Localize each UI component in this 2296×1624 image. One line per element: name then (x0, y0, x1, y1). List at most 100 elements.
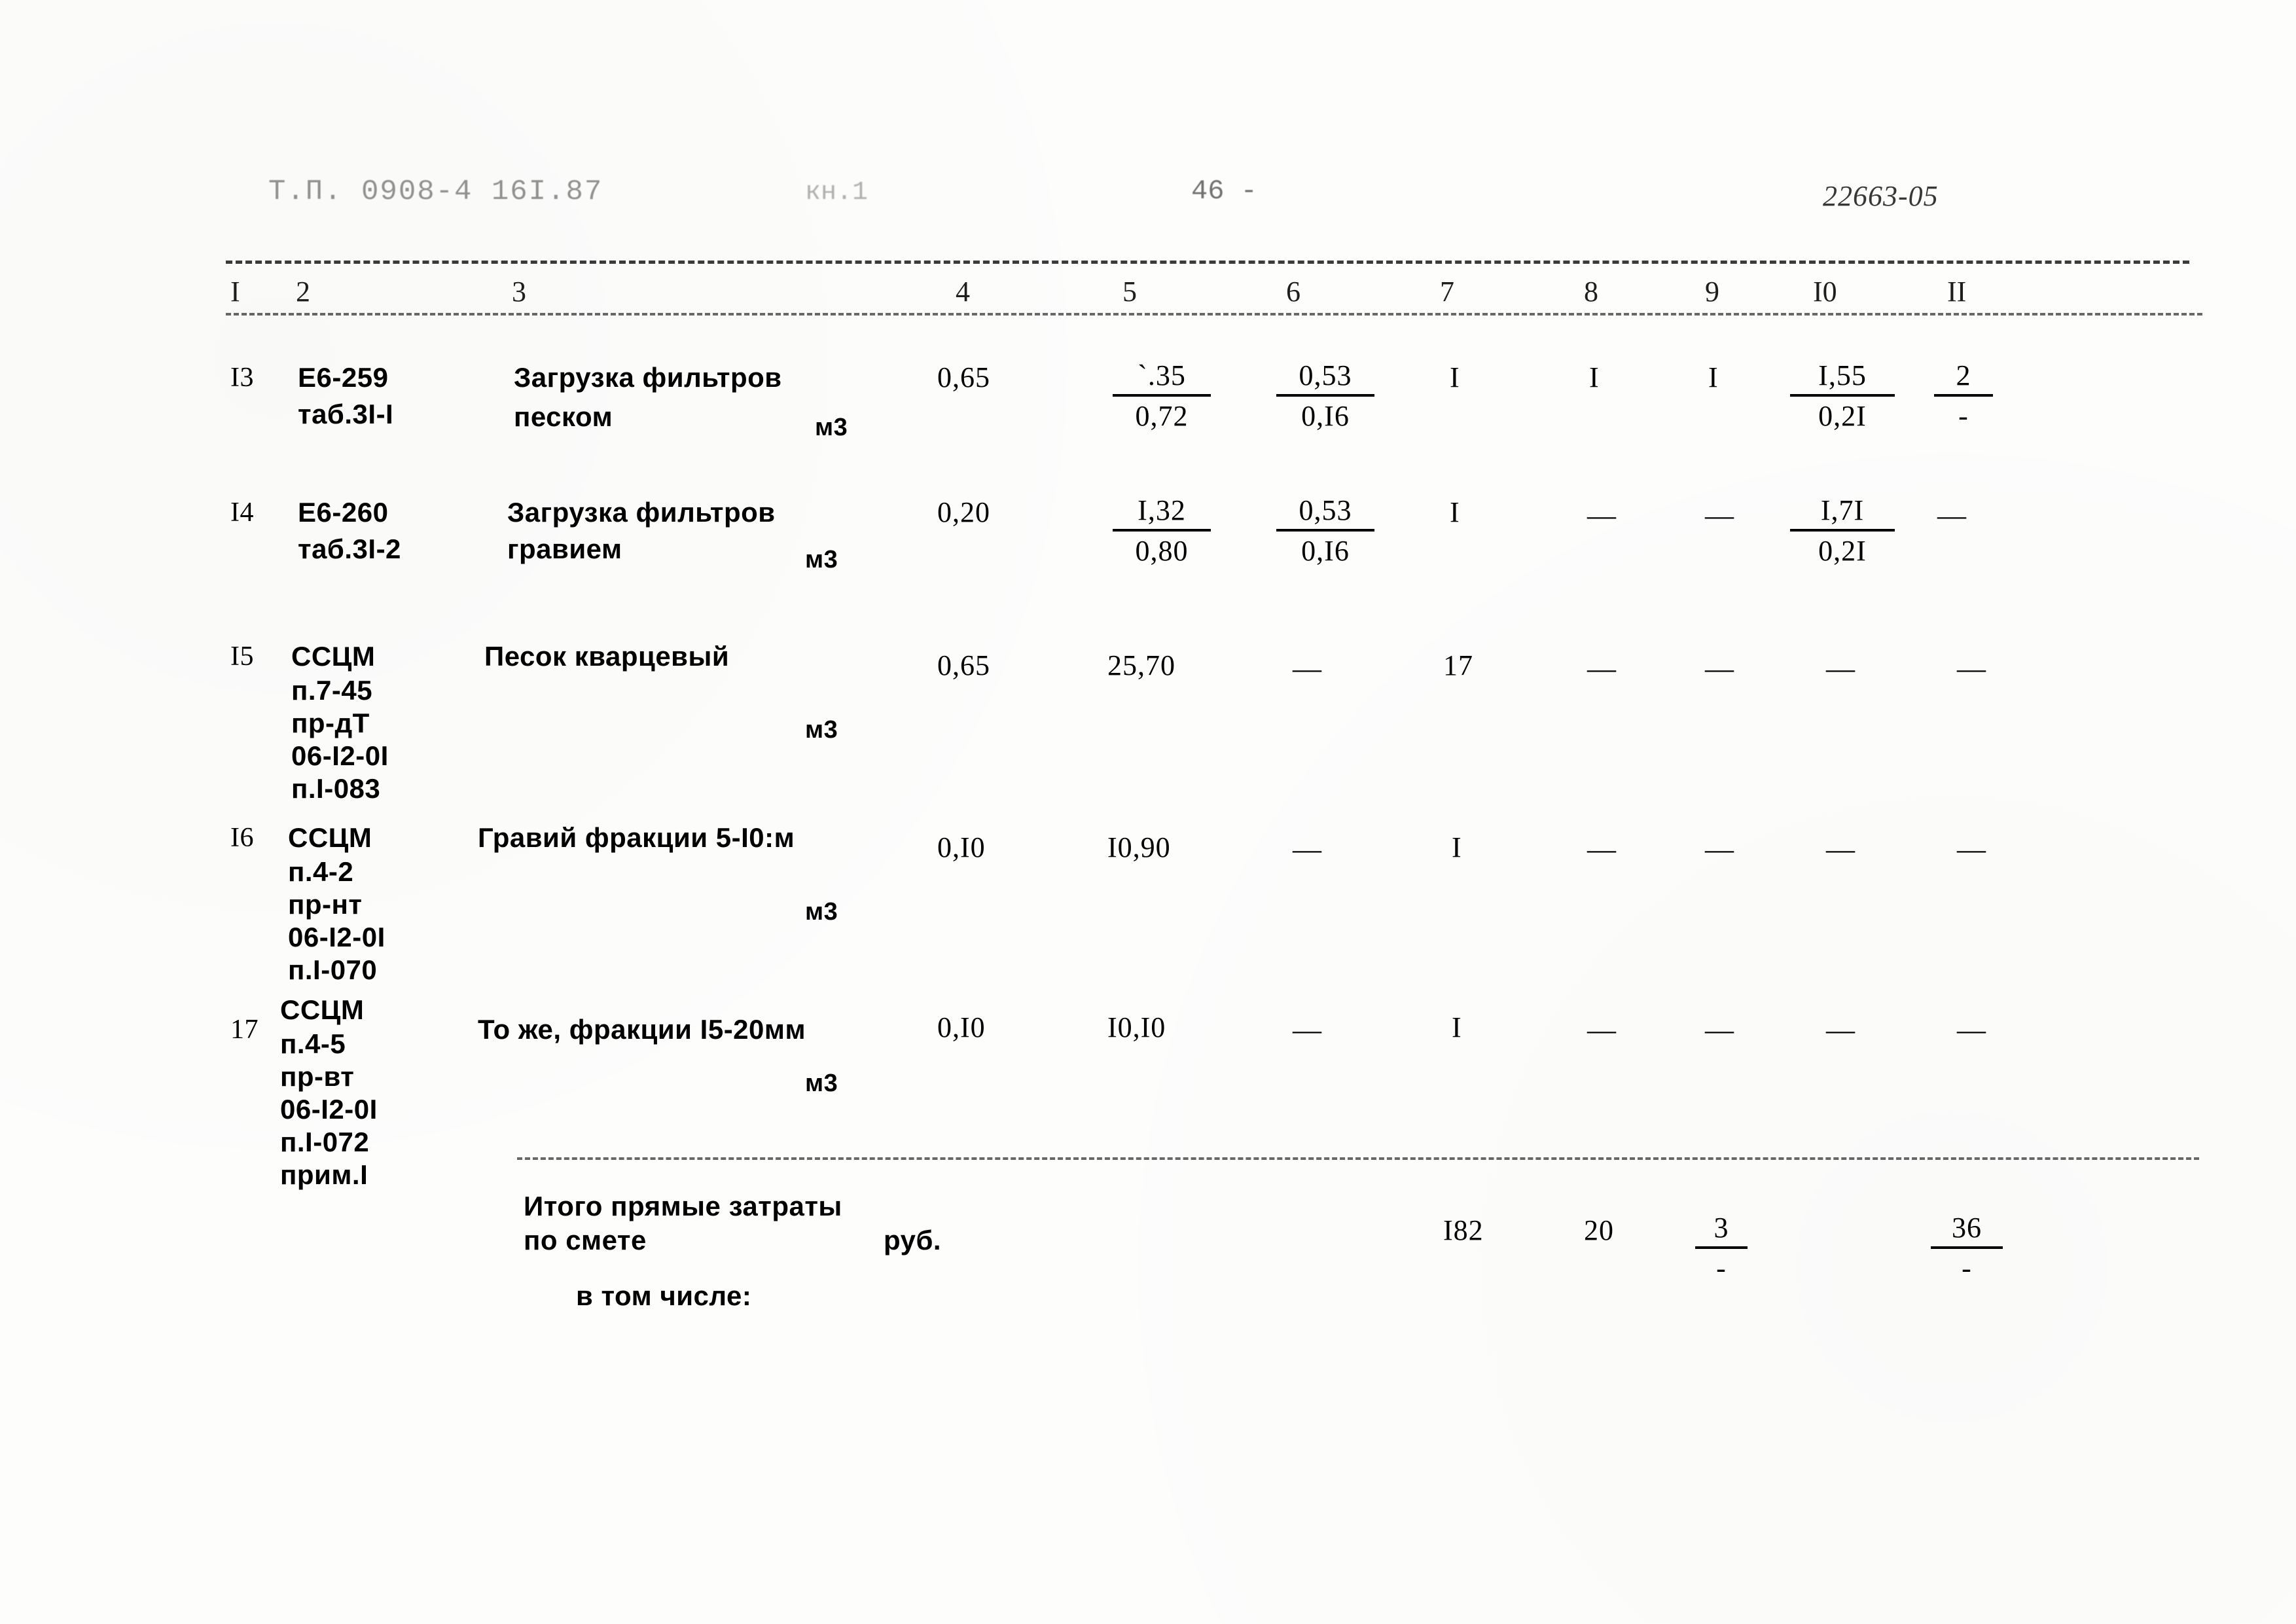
cell-col6: 0,53 0,I6 (1276, 359, 1374, 433)
cell-col5-denominator: 0,80 (1135, 535, 1189, 567)
column-header-6: 6 (1286, 276, 1300, 308)
column-header-10: I0 (1813, 276, 1837, 308)
cell-col6-numerator: 0,53 (1276, 494, 1374, 532)
row-code-line-2: таб.3I-2 (298, 533, 401, 564)
row-code-line-1: Е6-260 (298, 497, 389, 528)
cell-col7: I (1450, 361, 1460, 393)
cell-col9: — (1705, 833, 1734, 865)
cell-col11-denominator: - (1958, 400, 1969, 432)
cell-col4: 0,65 (937, 361, 990, 393)
column-header-7: 7 (1440, 276, 1454, 308)
row-code-line-2: п.4-5 (280, 1028, 346, 1059)
cell-col6-denominator: 0,I6 (1301, 400, 1350, 432)
cell-col11: 2 - (1934, 359, 1993, 433)
cell-col6-numerator: 0,53 (1276, 359, 1374, 397)
divider-top (226, 261, 2189, 264)
row-number: I4 (230, 497, 254, 528)
row-number: I5 (230, 641, 254, 672)
row-code-line-5: п.I-083 (291, 773, 381, 804)
row-description-line-1: Гравий фракции 5-I0:м (478, 822, 795, 853)
row-code-line-1: ССЦМ (291, 641, 376, 672)
row-code-line-2: таб.3I-I (298, 399, 394, 429)
cell-col11: — (1957, 833, 1986, 865)
column-header-11: II (1947, 276, 1967, 308)
cell-col9: I (1708, 361, 1719, 393)
row-description-line-2: гравием (507, 533, 622, 564)
cell-col6: 0,53 0,I6 (1276, 494, 1374, 568)
totals-col11: 36 - (1931, 1211, 2003, 1286)
row-code-line-6: прим.I (280, 1159, 368, 1190)
cell-col4: 0,65 (937, 649, 990, 681)
totals-col9-numerator: 3 (1695, 1211, 1748, 1249)
cell-col6: — (1293, 833, 1321, 865)
cell-col8: — (1587, 833, 1616, 865)
row-code-line-2: п.4-2 (288, 856, 354, 887)
cell-col6-denominator: 0,I6 (1301, 535, 1350, 567)
column-header-4: 4 (956, 276, 970, 308)
cell-col4: 0,20 (937, 496, 990, 528)
cell-col9: — (1705, 653, 1734, 685)
cell-col5: 25,70 (1107, 649, 1175, 681)
row-code-line-1: Е6-259 (298, 362, 389, 393)
cell-col5: I0,I0 (1107, 1011, 1166, 1043)
cell-col10: I,7I 0,2I (1790, 494, 1895, 568)
totals-col7: I82 (1443, 1214, 1484, 1246)
cell-col5-numerator: I,32 (1113, 494, 1211, 532)
totals-label-line-2: по смете (524, 1225, 647, 1255)
cell-col7: I (1452, 831, 1462, 863)
cell-col7: I (1452, 1011, 1462, 1043)
row-description-line-1: Загрузка фильтров (507, 497, 776, 528)
cell-col9: — (1705, 499, 1734, 532)
header-document-code: 22663-05 (1823, 180, 1939, 212)
cell-col4: 0,I0 (937, 1011, 986, 1043)
row-code-line-1: ССЦМ (280, 994, 365, 1025)
cell-col6: — (1293, 653, 1321, 685)
cell-col7: I (1450, 496, 1460, 528)
column-header-9: 9 (1705, 276, 1719, 308)
row-code-line-4: 06-I2-0I (288, 922, 386, 952)
cell-col5: I0,90 (1107, 831, 1171, 863)
row-unit: м3 (805, 898, 838, 926)
header-book-number: кн.1 (805, 178, 869, 208)
totals-label-line-1: Итого прямые затраты (524, 1191, 842, 1221)
divider-totals-top (517, 1157, 2199, 1160)
row-code-line-5: п.I-072 (280, 1127, 370, 1157)
row-unit: м3 (805, 546, 838, 573)
column-header-5: 5 (1122, 276, 1137, 308)
row-code-line-4: 06-I2-0I (280, 1094, 378, 1125)
cell-col10: — (1826, 833, 1855, 865)
row-unit: м3 (815, 414, 848, 441)
row-description-line-2: песком (514, 401, 613, 432)
totals-col11-denominator: - (1962, 1252, 1972, 1284)
header-page-number: 46 - (1191, 175, 1257, 207)
cell-col4: 0,I0 (937, 831, 986, 863)
row-description-line-1: То же, фракции I5-20мм (478, 1014, 806, 1045)
column-header-2: 2 (296, 276, 310, 308)
cell-col5-denominator: 0,72 (1135, 400, 1189, 432)
row-description-line-1: Загрузка фильтров (514, 362, 782, 393)
document-header: Т.П. 0908-4 16I.87 кн.1 46 - 22663-05 (268, 175, 2199, 223)
totals-col8: 20 (1584, 1214, 1614, 1246)
cell-col10: — (1826, 653, 1855, 685)
cell-col5: `.35 0,72 (1113, 359, 1211, 433)
cell-col10-denominator: 0,2I (1818, 400, 1867, 432)
cell-col7: 17 (1443, 649, 1473, 681)
cell-col9: — (1705, 1014, 1734, 1046)
cell-col6: — (1293, 1014, 1321, 1046)
cell-col8: — (1587, 499, 1616, 532)
cell-col10: I,55 0,2I (1790, 359, 1895, 433)
cell-col8: — (1587, 653, 1616, 685)
row-unit: м3 (805, 1070, 838, 1097)
totals-note: в том числе: (576, 1280, 752, 1311)
row-code-line-5: п.I-070 (288, 954, 378, 985)
row-number: I6 (230, 823, 254, 853)
cell-col10-denominator: 0,2I (1818, 535, 1867, 567)
divider-header-bottom (226, 313, 2202, 316)
row-code-line-3: пр-нт (288, 889, 363, 920)
cell-col10: — (1826, 1014, 1855, 1046)
cell-col11: — (1937, 499, 1966, 532)
cell-col10-numerator: I,55 (1790, 359, 1895, 397)
document-page: Т.П. 0908-4 16I.87 кн.1 46 - 22663-05 I … (0, 0, 2296, 1624)
row-code-line-1: ССЦМ (288, 822, 372, 853)
row-unit: м3 (805, 716, 838, 744)
